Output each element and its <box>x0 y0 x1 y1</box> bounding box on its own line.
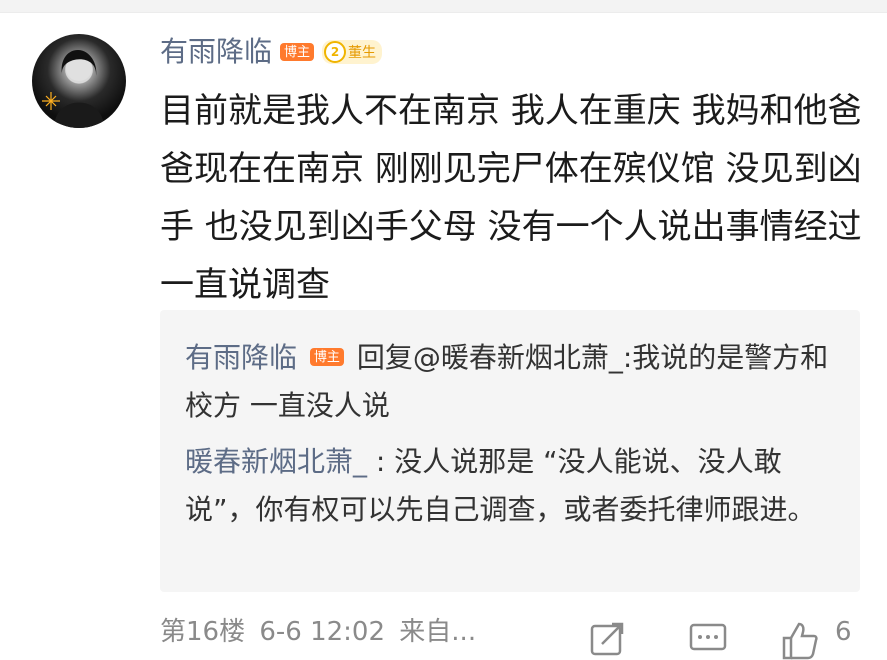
comment-time: 6-6 12:02 <box>259 617 386 647</box>
top-strip <box>0 0 887 13</box>
like-count: 6 <box>835 617 852 647</box>
level-badge: 2 董生 <box>322 40 383 64</box>
level-label: 董生 <box>348 45 377 61</box>
reply-box[interactable]: 有雨降临 博主 回复@暖春新烟北萧_:我说的是警方和校方 一直没人说 暖春新烟北… <box>160 310 860 592</box>
share-icon[interactable] <box>588 620 628 660</box>
reply-username[interactable]: 有雨降临 <box>185 341 297 374</box>
comment-text: 目前就是我人不在南京 我人在重庆 我妈和他爸爸现在在南京 刚刚见完尸体在殡仪馆 … <box>160 91 862 305</box>
reply-username[interactable]: 暖春新烟北萧_ <box>185 445 367 478</box>
comment-icon[interactable] <box>688 620 728 660</box>
avatar[interactable] <box>32 34 126 128</box>
blogger-badge: 博主 <box>309 348 344 366</box>
comment-footer: 第16楼 6-6 12:02 来自... 6 <box>160 617 887 660</box>
blogger-badge: 博主 <box>280 43 315 61</box>
like-icon[interactable] <box>780 620 820 660</box>
avatar-image <box>42 50 104 128</box>
comment-header: 有雨降临 博主 2 董生 <box>160 30 383 74</box>
reply-item: 有雨降临 博主 回复@暖春新烟北萧_:我说的是警方和校方 一直没人说 <box>185 334 835 430</box>
comment-username[interactable]: 有雨降临 <box>160 38 272 66</box>
comment-meta: 第16楼 6-6 12:02 来自... <box>160 618 482 647</box>
reply-item: 暖春新烟北萧_ : 没人说那是 “没人能说、没人敢说”，你有权可以先自己调查，或… <box>185 438 835 534</box>
floor-number: 第16楼 <box>160 617 246 647</box>
comment-source: 来自... <box>399 617 477 647</box>
level-number: 2 <box>324 41 347 63</box>
